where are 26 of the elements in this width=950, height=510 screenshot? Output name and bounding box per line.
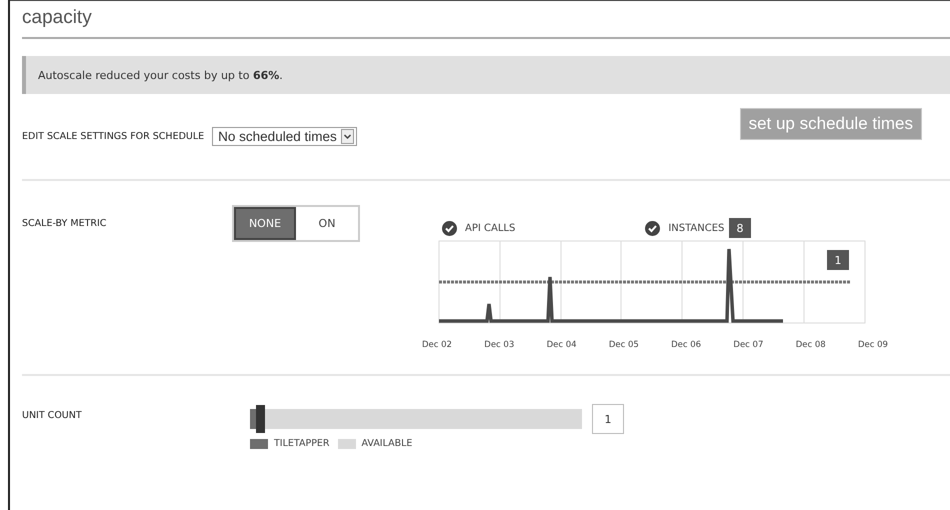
check-circle-icon[interactable] <box>442 221 457 236</box>
page-title: capacity <box>22 7 950 39</box>
axis-label: Dec 04 <box>546 340 577 350</box>
toggle-option[interactable]: NONE <box>234 207 296 240</box>
unit-count-label: UNIT COUNT <box>22 410 83 421</box>
axis-label: Dec 07 <box>733 340 764 350</box>
unit-count-field[interactable]: 1 <box>592 404 624 434</box>
legend-label: INSTANCES <box>668 223 724 234</box>
axis-label: Dec 08 <box>796 340 826 350</box>
legend-label: AVAILABLE <box>362 438 412 449</box>
value-callout: 1 <box>827 250 849 270</box>
axis-label: Dec 02 <box>422 340 452 350</box>
axis-label: Dec 05 <box>608 340 639 350</box>
check-circle-icon[interactable] <box>645 221 660 236</box>
info-banner: Autoscale reduced your costs by up to 66%. <box>22 56 950 94</box>
caret-icon <box>340 129 354 144</box>
schedule-label: EDIT SCALE SETTINGS FOR SCHEDULE <box>22 131 204 142</box>
scale-by-metric-label: SCALE-BY METRIC <box>22 218 108 229</box>
legend-label: TILETAPPER <box>274 438 330 449</box>
axis-label: Dec 09 <box>858 340 888 350</box>
slider-thumb[interactable] <box>256 405 265 433</box>
legend-label: API CALLS <box>465 223 516 234</box>
axis-label: Dec 03 <box>484 340 514 350</box>
axis-label: Dec 06 <box>671 340 702 350</box>
value-callout: 8 <box>729 218 751 238</box>
schedule-dropdown[interactable]: No scheduled times <box>212 127 357 146</box>
